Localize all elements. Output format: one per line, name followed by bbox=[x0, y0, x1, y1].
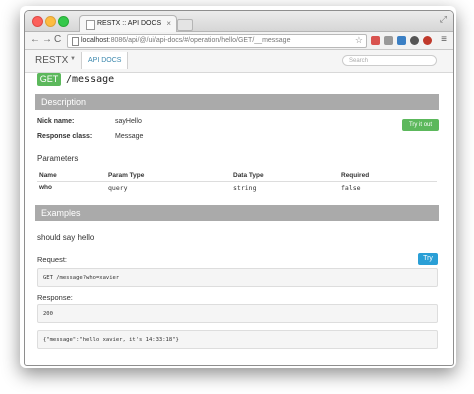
brand-logo[interactable]: RESTX bbox=[35, 55, 68, 66]
try-button[interactable]: Try bbox=[418, 253, 438, 265]
response-body-box: {"message":"hello xavier, it's 14:33:18"… bbox=[37, 330, 438, 349]
table-divider bbox=[37, 181, 437, 182]
browser-menu-icon[interactable]: ≡ bbox=[441, 34, 447, 45]
extension-circle-icon[interactable] bbox=[423, 36, 432, 45]
extension-gray-icon[interactable] bbox=[384, 36, 393, 45]
param-header-required: Required bbox=[341, 172, 370, 179]
request-code-box: GET /message?who=xavier bbox=[37, 268, 438, 287]
page-icon bbox=[72, 37, 79, 46]
url-host: localhost bbox=[81, 37, 109, 44]
response-class-label: Response class: bbox=[37, 133, 93, 140]
param-header-param-type: Param Type bbox=[108, 172, 145, 179]
parameters-title: Parameters bbox=[37, 154, 79, 163]
response-class-value[interactable]: Message bbox=[115, 133, 143, 140]
param-name-cell: who bbox=[39, 184, 52, 191]
tab-close-icon[interactable]: × bbox=[166, 19, 171, 28]
tab-title: RESTX :: API DOCS bbox=[97, 20, 162, 27]
param-data-type-cell: string bbox=[233, 184, 257, 192]
try-it-out-button[interactable]: Try it out bbox=[402, 119, 439, 131]
extension-dark-icon[interactable] bbox=[410, 36, 419, 45]
example-name: should say hello bbox=[37, 233, 95, 242]
extension-red-icon[interactable] bbox=[371, 36, 380, 45]
title-bar: RESTX :: API DOCS × ⤢ bbox=[25, 11, 453, 32]
back-arrow-icon[interactable]: ← bbox=[30, 34, 40, 45]
browser-window: RESTX :: API DOCS × ⤢ ← → C localhost:80… bbox=[24, 10, 454, 366]
request-label: Request: bbox=[37, 255, 68, 264]
chevron-down-icon[interactable]: ▼ bbox=[70, 56, 76, 62]
url-path: :8086/api/@/ui/api-docs/#/operation/hell… bbox=[108, 37, 291, 44]
description-section-header: Description bbox=[35, 94, 439, 110]
param-type-cell: query bbox=[108, 184, 128, 192]
minimize-window-button[interactable] bbox=[45, 16, 56, 27]
zoom-window-button[interactable] bbox=[58, 16, 69, 27]
browser-toolbar: ← → C localhost:8086/api/@/ui/api-docs/#… bbox=[25, 32, 453, 50]
operation-path: /message bbox=[66, 74, 115, 85]
http-method-badge: GET bbox=[37, 73, 61, 86]
param-required-cell: false bbox=[341, 184, 361, 192]
fullscreen-icon[interactable]: ⤢ bbox=[440, 14, 447, 25]
url-text: localhost:8086/api/@/ui/api-docs/#/opera… bbox=[81, 37, 290, 44]
forward-arrow-icon[interactable]: → bbox=[42, 34, 52, 45]
app-navbar: RESTX ▼ API DOCS Search bbox=[25, 50, 453, 73]
response-status-box: 200 bbox=[37, 304, 438, 323]
new-tab-button[interactable] bbox=[177, 19, 193, 31]
nick-name-value: sayHello bbox=[115, 118, 142, 125]
bookmark-star-icon[interactable]: ☆ bbox=[355, 35, 363, 46]
address-bar[interactable]: localhost:8086/api/@/ui/api-docs/#/opera… bbox=[67, 34, 367, 48]
browser-tab[interactable]: RESTX :: API DOCS × bbox=[79, 15, 177, 32]
search-input[interactable]: Search bbox=[342, 55, 437, 66]
nick-name-label: Nick name: bbox=[37, 118, 75, 125]
param-header-data-type: Data Type bbox=[233, 172, 264, 179]
page-favicon-icon bbox=[86, 20, 95, 30]
response-label: Response: bbox=[37, 293, 73, 302]
close-window-button[interactable] bbox=[32, 16, 43, 27]
extension-blue-icon[interactable] bbox=[397, 36, 406, 45]
tab-api-docs[interactable]: API DOCS bbox=[81, 52, 129, 69]
reload-icon[interactable]: C bbox=[54, 34, 61, 45]
param-header-name: Name bbox=[39, 172, 57, 179]
examples-section-header: Examples bbox=[35, 205, 439, 221]
